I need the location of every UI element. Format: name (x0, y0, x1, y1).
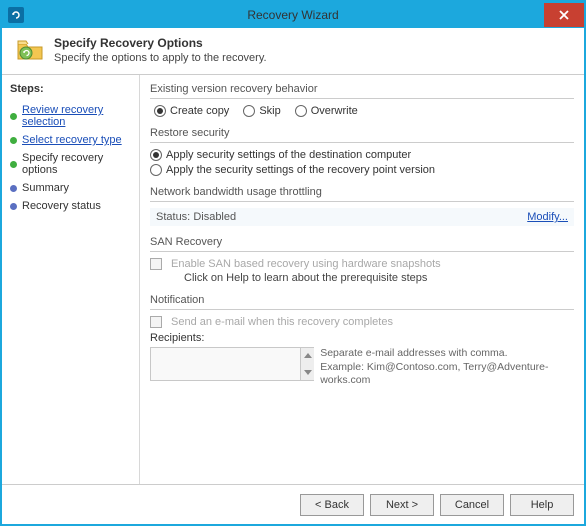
restore-security-caption: Restore security (150, 127, 574, 139)
steps-heading: Steps: (10, 83, 133, 95)
notification-caption: Notification (150, 294, 574, 306)
throttling-group: Network bandwidth usage throttling Statu… (150, 186, 574, 226)
radio-skip[interactable]: Skip (243, 105, 280, 117)
next-button[interactable]: Next > (370, 494, 434, 516)
step-specify-recovery-options: Specify recovery options (10, 149, 133, 179)
notify-email-checkbox: Send an e-mail when this recovery comple… (150, 316, 574, 328)
folder-recover-icon (16, 36, 44, 62)
san-recovery-group: SAN Recovery Enable SAN based recovery u… (150, 236, 574, 284)
recipients-hint2: Example: Kim@Contoso.com, Terry@Adventur… (320, 361, 574, 388)
restore-security-group: Restore security Apply security settings… (150, 127, 574, 176)
close-button[interactable] (544, 3, 584, 27)
recipients-hint1: Separate e-mail addresses with comma. (320, 347, 574, 361)
existing-version-caption: Existing version recovery behavior (150, 83, 574, 95)
wizard-content: Existing version recovery behavior Creat… (140, 75, 584, 484)
radio-security-recovery-point[interactable]: Apply the security settings of the recov… (150, 164, 574, 176)
page-subtitle: Specify the options to apply to the reco… (54, 52, 267, 64)
help-button[interactable]: Help (510, 494, 574, 516)
throttle-status-label: Status: (156, 211, 190, 223)
cancel-button[interactable]: Cancel (440, 494, 504, 516)
san-hint: Click on Help to learn about the prerequ… (150, 272, 574, 284)
existing-version-group: Existing version recovery behavior Creat… (150, 83, 574, 117)
throttle-status-value: Disabled (193, 211, 236, 223)
san-caption: SAN Recovery (150, 236, 574, 248)
close-icon (558, 9, 570, 21)
san-enable-checkbox: Enable SAN based recovery using hardware… (150, 258, 574, 270)
radio-create-copy[interactable]: Create copy (154, 105, 229, 117)
page-title: Specify Recovery Options (54, 36, 267, 50)
wizard-header: Specify Recovery Options Specify the opt… (2, 28, 584, 75)
step-review-recovery-selection[interactable]: Review recovery selection (10, 101, 133, 131)
step-summary: Summary (10, 179, 133, 197)
back-button[interactable]: < Back (300, 494, 364, 516)
spinner-icon[interactable] (300, 348, 314, 380)
notification-group: Notification Send an e-mail when this re… (150, 294, 574, 388)
steps-sidebar: Steps: Review recovery selection Select … (2, 75, 140, 484)
recipients-label: Recipients: (150, 332, 574, 344)
recovery-wizard-window: Recovery Wizard Specify Recovery Options… (0, 0, 586, 526)
window-title: Recovery Wizard (2, 8, 584, 22)
radio-security-destination[interactable]: Apply security settings of the destinati… (150, 149, 574, 161)
step-select-recovery-type[interactable]: Select recovery type (10, 131, 133, 149)
throttling-caption: Network bandwidth usage throttling (150, 186, 574, 198)
modify-link[interactable]: Modify... (527, 211, 568, 223)
radio-overwrite[interactable]: Overwrite (295, 105, 358, 117)
wizard-footer: < Back Next > Cancel Help (2, 484, 584, 524)
recipients-input[interactable] (150, 347, 314, 381)
step-recovery-status: Recovery status (10, 197, 133, 215)
titlebar: Recovery Wizard (2, 2, 584, 28)
